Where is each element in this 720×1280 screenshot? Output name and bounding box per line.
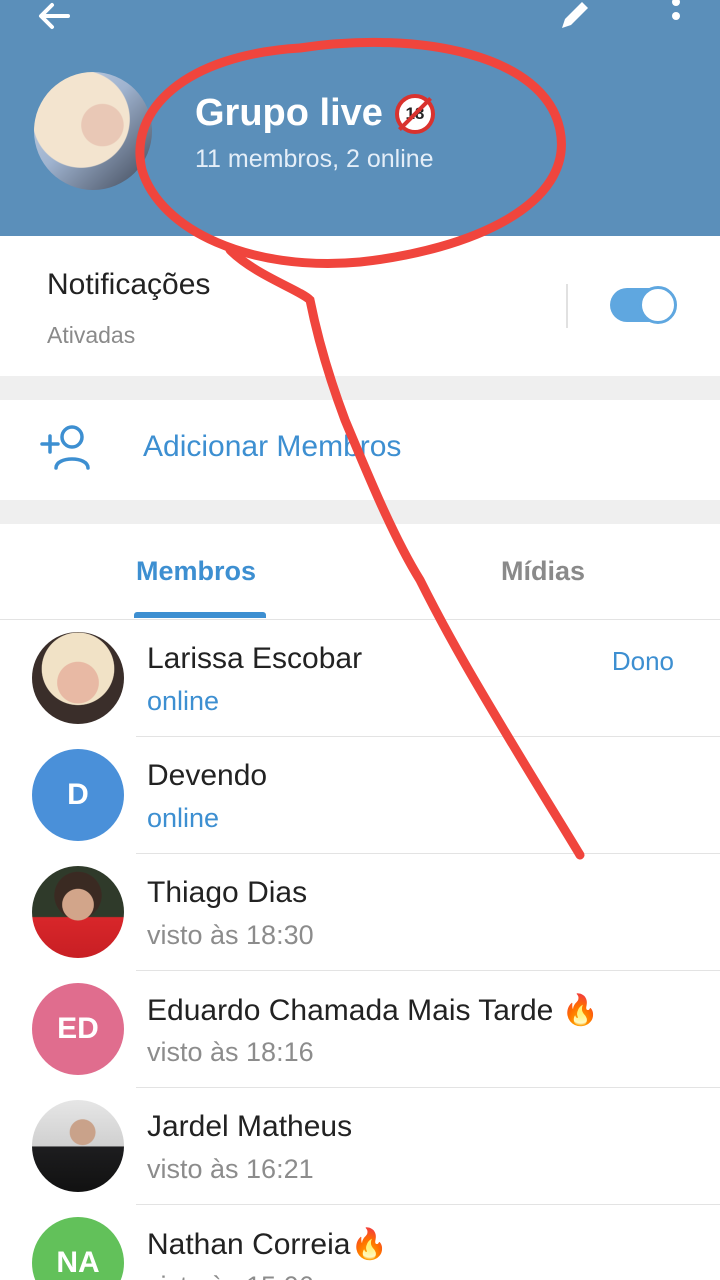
more-options-button[interactable] <box>648 0 696 40</box>
list-item[interactable]: Jardel Matheus visto às 16:21 <box>0 1088 720 1205</box>
member-name: Nathan Correia🔥 <box>147 1228 388 1261</box>
add-members-button[interactable]: Adicionar Membros <box>0 400 720 500</box>
add-members-label: Adicionar Membros <box>143 430 402 463</box>
toggle-knob <box>639 286 677 324</box>
avatar <box>32 632 124 724</box>
group-title: Grupo live 18 <box>195 92 435 135</box>
section-gap <box>0 500 720 524</box>
list-item[interactable]: ED Eduardo Chamada Mais Tarde 🔥 visto às… <box>0 971 720 1088</box>
member-role-badge: Dono <box>611 646 674 676</box>
no-under-18-icon: 18 <box>394 93 435 134</box>
members-list: Larissa Escobar online Dono D Devendo on… <box>0 620 720 1280</box>
notifications-row[interactable]: Notificações Ativadas <box>0 236 720 376</box>
member-status: visto às 15:06 <box>147 1271 314 1280</box>
member-name: Jardel Matheus <box>147 1110 353 1143</box>
arrow-left-icon <box>39 3 70 29</box>
avatar: NA <box>32 1217 124 1280</box>
group-title-text: Grupo live <box>195 92 383 134</box>
pencil-icon <box>562 2 588 28</box>
add-user-icon <box>40 425 90 470</box>
member-name: Devendo <box>147 759 268 792</box>
member-name: Larissa Escobar <box>147 642 363 675</box>
list-item[interactable]: NA Nathan Correia🔥 visto às 15:06 <box>0 1205 720 1280</box>
member-status: visto às 18:16 <box>147 1037 314 1067</box>
chat-info-header: Grupo live 18 11 membros, 2 online <box>0 0 720 236</box>
more-vertical-icon <box>672 0 680 20</box>
member-status: visto às 16:21 <box>147 1154 314 1184</box>
member-name: Thiago Dias <box>147 876 308 909</box>
notifications-label: Notificações <box>47 268 211 301</box>
group-avatar[interactable] <box>34 72 152 190</box>
member-status: online <box>147 686 220 716</box>
tab-members[interactable]: Membros <box>136 556 256 587</box>
member-status: visto às 18:30 <box>147 920 314 950</box>
avatar: D <box>32 749 124 841</box>
tab-media[interactable]: Mídias <box>501 556 585 587</box>
group-member-count: 11 membros, 2 online <box>195 145 434 173</box>
list-item[interactable]: D Devendo online <box>0 737 720 854</box>
divider <box>566 284 568 328</box>
notifications-toggle[interactable] <box>610 286 677 324</box>
back-button[interactable] <box>30 0 78 40</box>
avatar <box>32 1100 124 1192</box>
tab-bar: Membros Mídias <box>0 524 720 620</box>
avatar: ED <box>32 983 124 1075</box>
list-item[interactable]: Larissa Escobar online Dono <box>0 620 720 737</box>
section-gap <box>0 376 720 400</box>
edit-button[interactable] <box>550 0 598 40</box>
active-tab-indicator <box>134 612 266 618</box>
avatar <box>32 866 124 958</box>
member-status: online <box>147 803 220 833</box>
list-item[interactable]: Thiago Dias visto às 18:30 <box>0 854 720 971</box>
member-name: Eduardo Chamada Mais Tarde 🔥 <box>147 994 600 1027</box>
notifications-status: Ativadas <box>47 322 136 348</box>
